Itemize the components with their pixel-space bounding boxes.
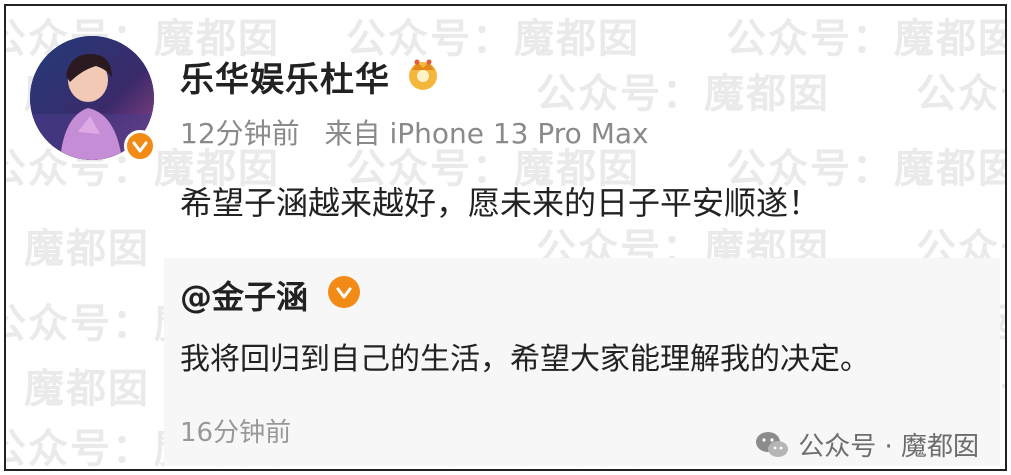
repost-username[interactable]: @金子涵 — [180, 272, 308, 318]
verified-icon — [124, 130, 156, 162]
repost-text: 我将回归到自己的生活，希望大家能理解我的决定。 — [180, 342, 870, 377]
verified-icon — [328, 276, 360, 308]
watermark: 公众号：魔都囡 — [6, 226, 150, 272]
footer-watermark: 公众号 · 魔都囡 — [754, 426, 979, 463]
watermark: 公众号：魔都囡 — [916, 71, 1005, 117]
post-time: 12分钟前 — [180, 117, 300, 150]
post-source: 来自 iPhone 13 Pro Max — [324, 117, 649, 150]
weibo-post-card: 公众号：魔都囡 公众号：魔都囡 公众号：魔都囡 公众号：魔都囡 公众号：魔都囡 … — [4, 4, 1007, 471]
watermark: 公众号：魔都囡 — [726, 16, 1007, 62]
crown-level-icon — [404, 56, 442, 92]
username[interactable]: 乐华娱乐杜华 — [180, 52, 390, 101]
watermark: 公众号：魔都囡 — [346, 16, 640, 62]
watermark: 公众号：魔都囡 — [536, 71, 830, 117]
footer-watermark-text: 公众号 · 魔都囡 — [798, 432, 979, 462]
watermark: 公众号：魔都囡 — [6, 366, 150, 412]
wechat-icon — [756, 431, 789, 457]
repost-time: 16分钟前 — [180, 418, 292, 448]
post-text: 希望子涵越来越好，愿未来的日子平安顺遂！ — [180, 184, 821, 222]
post-meta: 12分钟前 来自 iPhone 13 Pro Max — [180, 112, 665, 152]
